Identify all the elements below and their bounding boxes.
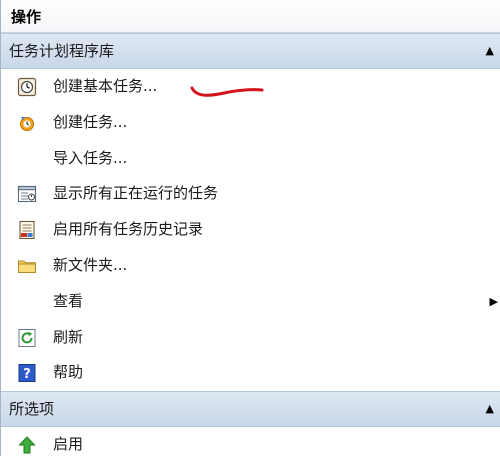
section-header-selected-item-label: 所选项 bbox=[9, 400, 55, 419]
collapse-up-icon[interactable]: ▲ bbox=[486, 392, 494, 426]
submenu-arrow-icon: ▶ bbox=[489, 294, 498, 308]
actions-pane-title: 操作 bbox=[1, 0, 500, 33]
section-header-selected-item[interactable]: 所选项 ▲ bbox=[1, 391, 500, 428]
action-show-running-tasks-label: 显示所有正在运行的任务 bbox=[53, 184, 219, 203]
red-annotation-mark bbox=[190, 86, 264, 97]
action-refresh-label: 刷新 bbox=[53, 327, 84, 346]
enable-arrow-icon bbox=[18, 436, 36, 454]
action-view-label: 查看 bbox=[53, 291, 84, 310]
actions-pane: 操作 任务计划程序库 ▲ 创建基本任务... 创建任务... 导入任务... 显… bbox=[0, 0, 500, 456]
action-new-folder-label: 新文件夹... bbox=[53, 255, 128, 274]
action-help-label: 帮助 bbox=[53, 363, 84, 382]
folder-icon bbox=[18, 260, 36, 273]
running-tasks-icon bbox=[17, 186, 37, 203]
action-enable-task-history-label: 启用所有任务历史记录 bbox=[53, 220, 204, 239]
task-history-icon bbox=[19, 221, 35, 240]
action-create-basic-task-label: 创建基本任务... bbox=[53, 77, 158, 95]
action-create-task-label: 创建任务... bbox=[53, 112, 128, 131]
action-show-running-tasks[interactable]: 显示所有正在运行的任务 bbox=[1, 176, 500, 212]
action-enable-task-history[interactable]: 启用所有任务历史记录 bbox=[1, 212, 500, 248]
selected-item-action-list: 启用 bbox=[1, 427, 500, 456]
action-view[interactable]: 查看 ▶ bbox=[1, 284, 500, 320]
action-new-folder[interactable]: 新文件夹... bbox=[1, 248, 500, 284]
action-enable[interactable]: 启用 bbox=[1, 427, 500, 456]
help-icon: ? bbox=[18, 364, 36, 383]
collapse-up-icon[interactable]: ▲ bbox=[486, 34, 494, 68]
action-enable-label: 启用 bbox=[53, 435, 84, 454]
action-import-task[interactable]: 导入任务... bbox=[1, 141, 500, 177]
create-task-icon bbox=[20, 116, 34, 131]
action-create-task[interactable]: 创建任务... bbox=[1, 105, 500, 141]
action-help[interactable]: ? 帮助 bbox=[1, 355, 500, 391]
task-library-action-list: 创建基本任务... 创建任务... 导入任务... 显示所有正在运行的任务 启用… bbox=[1, 69, 500, 391]
refresh-icon bbox=[18, 328, 36, 347]
section-header-task-library[interactable]: 任务计划程序库 ▲ bbox=[1, 33, 500, 69]
svg-text:?: ? bbox=[23, 367, 31, 382]
action-import-task-label: 导入任务... bbox=[53, 148, 128, 167]
section-header-task-library-label: 任务计划程序库 bbox=[9, 42, 115, 60]
action-refresh[interactable]: 刷新 bbox=[1, 320, 500, 356]
create-basic-task-icon bbox=[17, 77, 37, 97]
